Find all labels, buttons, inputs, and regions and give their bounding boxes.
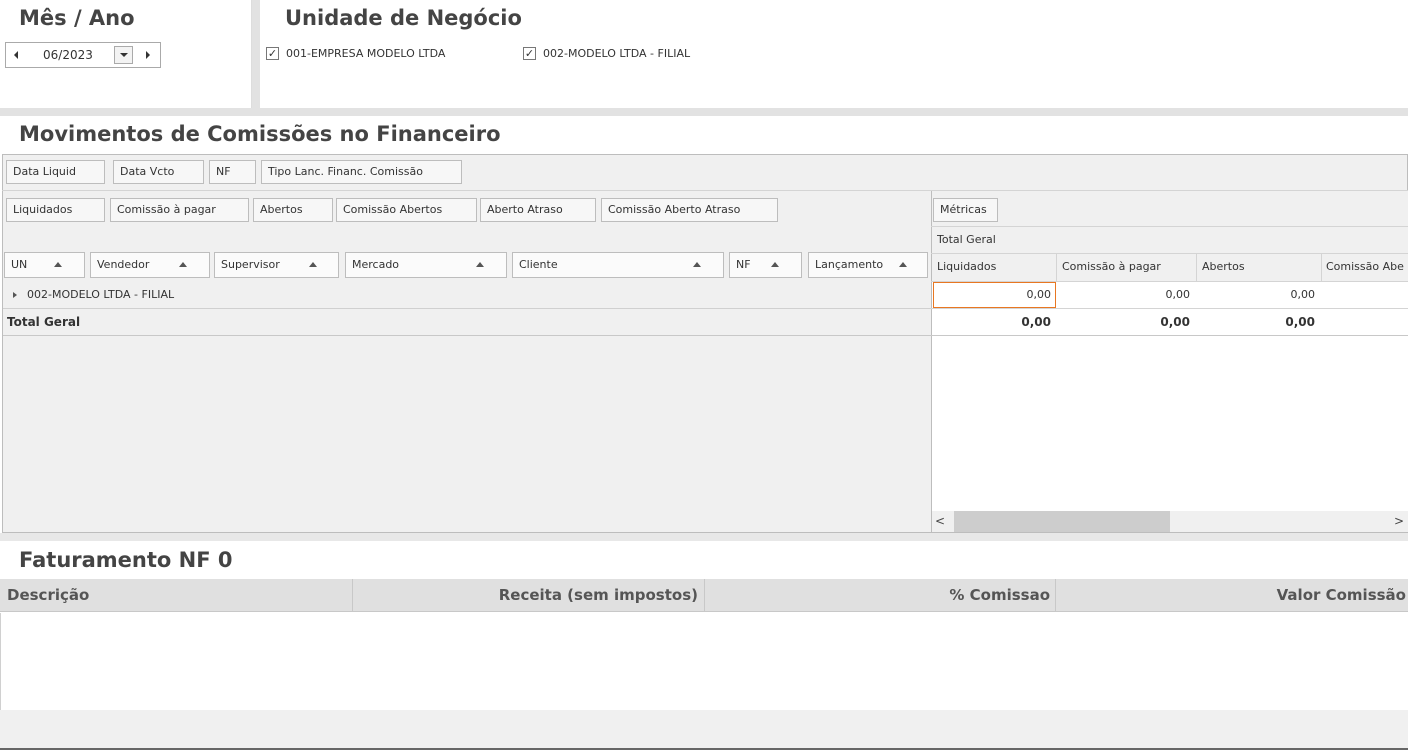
sort-asc-icon[interactable] xyxy=(309,262,317,267)
commissions-title: Movimentos de Comissões no Financeiro xyxy=(19,122,501,146)
period-value[interactable]: 06/2023 xyxy=(43,48,93,62)
billing-col-receita[interactable]: Receita (sem impostos) xyxy=(353,579,698,612)
business-unit-title: Unidade de Negócio xyxy=(285,6,522,30)
billing-table-body xyxy=(0,613,1408,710)
column-header-comissao-a-pagar[interactable]: Comissão à pagar xyxy=(1062,254,1196,280)
row-field-supervisor[interactable]: Supervisor xyxy=(214,252,339,278)
row-field-label: NF xyxy=(736,258,751,271)
period-dropdown-button[interactable] xyxy=(114,46,133,64)
data-field-comissao-a-pagar[interactable]: Comissão à pagar xyxy=(110,198,249,222)
business-unit-option-label: 001-EMPRESA MODELO LTDA xyxy=(286,47,446,60)
checkbox-checked-icon[interactable]: ✓ xyxy=(523,47,536,60)
row-field-label: Vendedor xyxy=(97,258,150,271)
checkbox-checked-icon[interactable]: ✓ xyxy=(266,47,279,60)
total-value-cell[interactable]: 0,00 xyxy=(1197,309,1321,335)
column-header-liquidados[interactable]: Liquidados xyxy=(937,254,1057,280)
chevron-down-icon xyxy=(120,53,128,57)
billing-col-comissao-pct[interactable]: % Comissao xyxy=(705,579,1050,612)
business-unit-option-2[interactable]: ✓ 002-MODELO LTDA - FILIAL xyxy=(523,46,763,62)
billing-col-descricao[interactable]: Descrição xyxy=(7,579,89,612)
filter-field-nf[interactable]: NF xyxy=(209,160,256,184)
column-header-comissao-abertos[interactable]: Comissão Abe xyxy=(1326,254,1408,280)
total-value-cell[interactable]: 0,00 xyxy=(1057,309,1196,335)
value-cell[interactable]: 0,00 xyxy=(1057,282,1196,308)
scroll-left-icon[interactable]: < xyxy=(935,514,945,528)
data-field-liquidados[interactable]: Liquidados xyxy=(6,198,105,222)
sort-asc-icon[interactable] xyxy=(54,262,62,267)
horizontal-scrollbar[interactable]: < > xyxy=(932,511,1408,532)
sort-asc-icon[interactable] xyxy=(771,262,779,267)
sort-asc-icon[interactable] xyxy=(476,262,484,267)
row-field-vendedor[interactable]: Vendedor xyxy=(90,252,210,278)
data-field-abertos[interactable]: Abertos xyxy=(253,198,333,222)
row-field-label: Mercado xyxy=(352,258,400,271)
data-field-aberto-atraso[interactable]: Aberto Atraso xyxy=(480,198,596,222)
row-label: 002-MODELO LTDA - FILIAL xyxy=(27,288,175,301)
period-title: Mês / Ano xyxy=(19,6,135,30)
top-divider xyxy=(252,0,260,108)
value-cell-selected[interactable]: 0,00 xyxy=(933,282,1056,308)
business-unit-option-label: 002-MODELO LTDA - FILIAL xyxy=(543,47,691,60)
row-field-label: UN xyxy=(11,258,28,271)
expand-icon[interactable] xyxy=(13,292,17,298)
data-field-comissao-aberto-atraso[interactable]: Comissão Aberto Atraso xyxy=(601,198,778,222)
value-cell[interactable]: 0,00 xyxy=(1197,282,1321,308)
metrics-divider xyxy=(931,226,1408,227)
data-field-comissao-abertos[interactable]: Comissão Abertos xyxy=(336,198,477,222)
prev-month-icon[interactable] xyxy=(14,51,18,59)
sort-asc-icon[interactable] xyxy=(693,262,701,267)
column-header-abertos[interactable]: Abertos xyxy=(1202,254,1320,280)
row-field-nf[interactable]: NF xyxy=(729,252,802,278)
period-picker[interactable]: 06/2023 xyxy=(5,42,161,68)
scroll-right-icon[interactable]: > xyxy=(1394,514,1404,528)
next-month-icon[interactable] xyxy=(146,51,150,59)
filter-field-tipo-lanc[interactable]: Tipo Lanc. Financ. Comissão xyxy=(261,160,462,184)
row-field-mercado[interactable]: Mercado xyxy=(345,252,507,278)
row-field-label: Supervisor xyxy=(221,258,280,271)
row-field-lancamento[interactable]: Lançamento xyxy=(808,252,928,278)
row-field-cliente[interactable]: Cliente xyxy=(512,252,724,278)
section-divider xyxy=(0,533,1408,541)
filter-field-data-liquid[interactable]: Data Liquid xyxy=(6,160,105,184)
row-field-label: Cliente xyxy=(519,258,558,271)
row-field-label: Lançamento xyxy=(815,258,884,271)
empty-value-area xyxy=(932,336,1408,511)
total-value-cell[interactable]: 0,00 xyxy=(933,309,1056,335)
section-divider xyxy=(0,108,1408,116)
row-field-un[interactable]: UN xyxy=(4,252,85,278)
metrics-field[interactable]: Métricas xyxy=(933,198,998,222)
total-row-label: Total Geral xyxy=(3,309,931,336)
total-label: Total Geral xyxy=(7,315,81,329)
billing-col-valor-comissao[interactable]: Valor Comissão xyxy=(1056,579,1406,612)
billing-title: Faturamento NF 0 xyxy=(19,548,233,572)
sort-asc-icon[interactable] xyxy=(899,262,907,267)
filter-field-data-vcto[interactable]: Data Vcto xyxy=(113,160,204,184)
scrollbar-thumb[interactable] xyxy=(954,511,1170,532)
table-row[interactable]: 002-MODELO LTDA - FILIAL xyxy=(3,282,931,309)
grand-total-header: Total Geral xyxy=(937,233,996,246)
sort-asc-icon[interactable] xyxy=(179,262,187,267)
bottom-bar xyxy=(0,710,1408,750)
business-unit-option-1[interactable]: ✓ 001-EMPRESA MODELO LTDA xyxy=(266,46,506,62)
